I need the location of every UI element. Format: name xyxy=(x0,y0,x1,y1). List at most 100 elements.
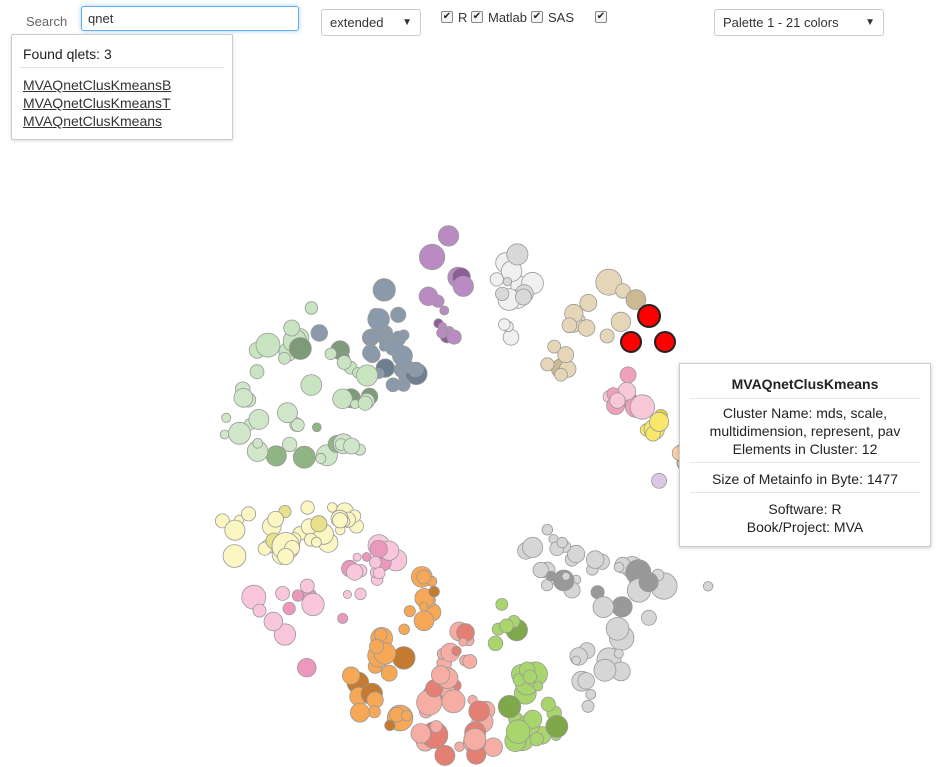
qlet-bubble[interactable] xyxy=(545,570,557,582)
qlet-bubble[interactable] xyxy=(310,515,328,533)
qlet-bubble[interactable] xyxy=(487,635,504,652)
qlet-bubble[interactable] xyxy=(532,681,544,692)
qlet-bubble[interactable] xyxy=(384,719,396,732)
qlet-bubble[interactable] xyxy=(641,609,657,626)
qlet-bubble[interactable] xyxy=(502,328,520,346)
qlet-bubble[interactable] xyxy=(299,578,315,594)
qlet-bubble[interactable] xyxy=(451,645,462,657)
qlet-bubble[interactable] xyxy=(288,337,312,360)
qlet-bubble[interactable] xyxy=(408,361,424,377)
qlet-bubble[interactable] xyxy=(224,519,246,541)
qlet-bubble[interactable] xyxy=(498,318,511,331)
qlet-bubble[interactable] xyxy=(352,552,362,562)
qlet-bubble[interactable] xyxy=(529,732,544,747)
qlet-bubble[interactable] xyxy=(452,275,474,297)
qlet-bubble[interactable] xyxy=(629,394,656,420)
qlet-bubble[interactable] xyxy=(605,616,630,641)
qlet-bubble[interactable] xyxy=(463,727,487,751)
qlet-bubble[interactable] xyxy=(252,603,267,618)
qlet-bubble[interactable] xyxy=(581,699,595,713)
qlet-bubble[interactable] xyxy=(599,328,615,344)
qlet-bubble[interactable] xyxy=(281,436,298,453)
qlet-bubble[interactable] xyxy=(522,669,538,685)
qlet-bubble[interactable] xyxy=(586,550,605,569)
qlet-bubble[interactable] xyxy=(554,367,568,382)
qlet-bubble[interactable] xyxy=(593,658,617,682)
qlet-bubble[interactable] xyxy=(267,510,284,528)
qlet-bubble[interactable] xyxy=(396,377,411,392)
qlet-bubble[interactable] xyxy=(252,437,264,449)
qlet-bubble[interactable] xyxy=(522,536,544,558)
qlet-bubble[interactable] xyxy=(541,524,554,536)
qlet-bubble[interactable] xyxy=(276,402,298,424)
qlet-bubble[interactable] xyxy=(241,506,257,522)
qlet-bubble[interactable] xyxy=(434,745,456,766)
result-link[interactable]: MVAQnetClusKmeansT xyxy=(23,95,171,111)
qlet-bubble[interactable] xyxy=(577,319,596,337)
qlet-bubble[interactable] xyxy=(609,392,626,409)
qlet-bubble[interactable] xyxy=(505,719,531,744)
qlet-bubble[interactable] xyxy=(577,672,595,690)
qlet-bubble[interactable] xyxy=(540,696,556,712)
qlet-bubble[interactable] xyxy=(336,355,352,370)
qlet-bubble[interactable] xyxy=(219,429,230,440)
qlet-bubble[interactable] xyxy=(301,592,325,617)
qlet-bubble[interactable] xyxy=(439,305,450,316)
qlet-bubble[interactable] xyxy=(540,357,555,372)
qlet-bubble[interactable] xyxy=(429,720,443,733)
qlet-bubble[interactable] xyxy=(275,586,291,601)
qlet-bubble[interactable] xyxy=(291,589,305,602)
qlet-bubble[interactable] xyxy=(367,308,390,331)
qlet-bubble[interactable] xyxy=(403,605,416,618)
qlet-bubble[interactable] xyxy=(372,278,396,302)
qlet-bubble[interactable] xyxy=(297,658,317,678)
qlet-bubble[interactable] xyxy=(342,590,352,600)
qlet-bubble[interactable] xyxy=(458,637,468,647)
qlet-bubble[interactable] xyxy=(638,572,659,593)
qlet-bubble[interactable] xyxy=(515,288,532,306)
qlet-bubble[interactable] xyxy=(483,737,503,757)
qlet-bubble[interactable] xyxy=(441,689,466,714)
qlet-bubble[interactable] xyxy=(327,502,338,513)
qlet-bubble[interactable] xyxy=(506,243,529,266)
qlet-bubble[interactable] xyxy=(398,623,410,636)
qlet-bubble[interactable] xyxy=(619,366,637,384)
result-link[interactable]: MVAQnetClusKmeansB xyxy=(23,77,171,93)
qlet-bubble[interactable] xyxy=(437,225,460,247)
qlet-bubble[interactable] xyxy=(418,243,446,271)
qlet-bubble[interactable] xyxy=(282,601,296,616)
qlet-bubble[interactable] xyxy=(557,346,575,364)
qlet-bubble[interactable] xyxy=(611,596,633,618)
qlet-bubble[interactable] xyxy=(556,536,569,549)
qlet-bubble[interactable] xyxy=(367,705,381,719)
qlet-bubble[interactable] xyxy=(495,286,510,301)
qlet-bubble[interactable] xyxy=(410,723,432,744)
qlet-bubble[interactable] xyxy=(489,272,504,287)
qlet-bubble[interactable] xyxy=(233,387,254,408)
qlet-bubble[interactable] xyxy=(310,324,329,342)
qlet-bubble[interactable] xyxy=(430,665,451,685)
qlet-bubble[interactable] xyxy=(349,702,370,723)
qlet-bubble[interactable] xyxy=(366,328,382,344)
highlighted-qlet-bubble[interactable] xyxy=(620,331,642,353)
qlet-bubble[interactable] xyxy=(561,317,578,334)
qlet-bubble[interactable] xyxy=(436,327,448,339)
qlet-bubble[interactable] xyxy=(400,709,413,722)
qlet-bubble[interactable] xyxy=(300,500,315,515)
qlet-bubble[interactable] xyxy=(292,445,316,469)
qlet-bubble[interactable] xyxy=(337,613,349,624)
qlet-bubble[interactable] xyxy=(372,566,386,580)
qlet-bubble[interactable] xyxy=(585,689,597,700)
qlet-bubble[interactable] xyxy=(356,364,379,387)
qlet-bubble[interactable] xyxy=(341,666,361,685)
qlet-bubble[interactable] xyxy=(468,700,490,722)
qlet-bubble[interactable] xyxy=(462,654,478,669)
qlet-bubble[interactable] xyxy=(222,544,247,568)
qlet-bubble[interactable] xyxy=(357,395,373,411)
qlet-bubble[interactable] xyxy=(354,587,367,601)
qlet-bubble[interactable] xyxy=(413,610,435,632)
qlet-bubble[interactable] xyxy=(278,351,291,365)
qlet-bubble[interactable] xyxy=(310,536,322,548)
qlet-bubble[interactable] xyxy=(495,598,509,611)
qlet-bubble[interactable] xyxy=(332,388,353,410)
